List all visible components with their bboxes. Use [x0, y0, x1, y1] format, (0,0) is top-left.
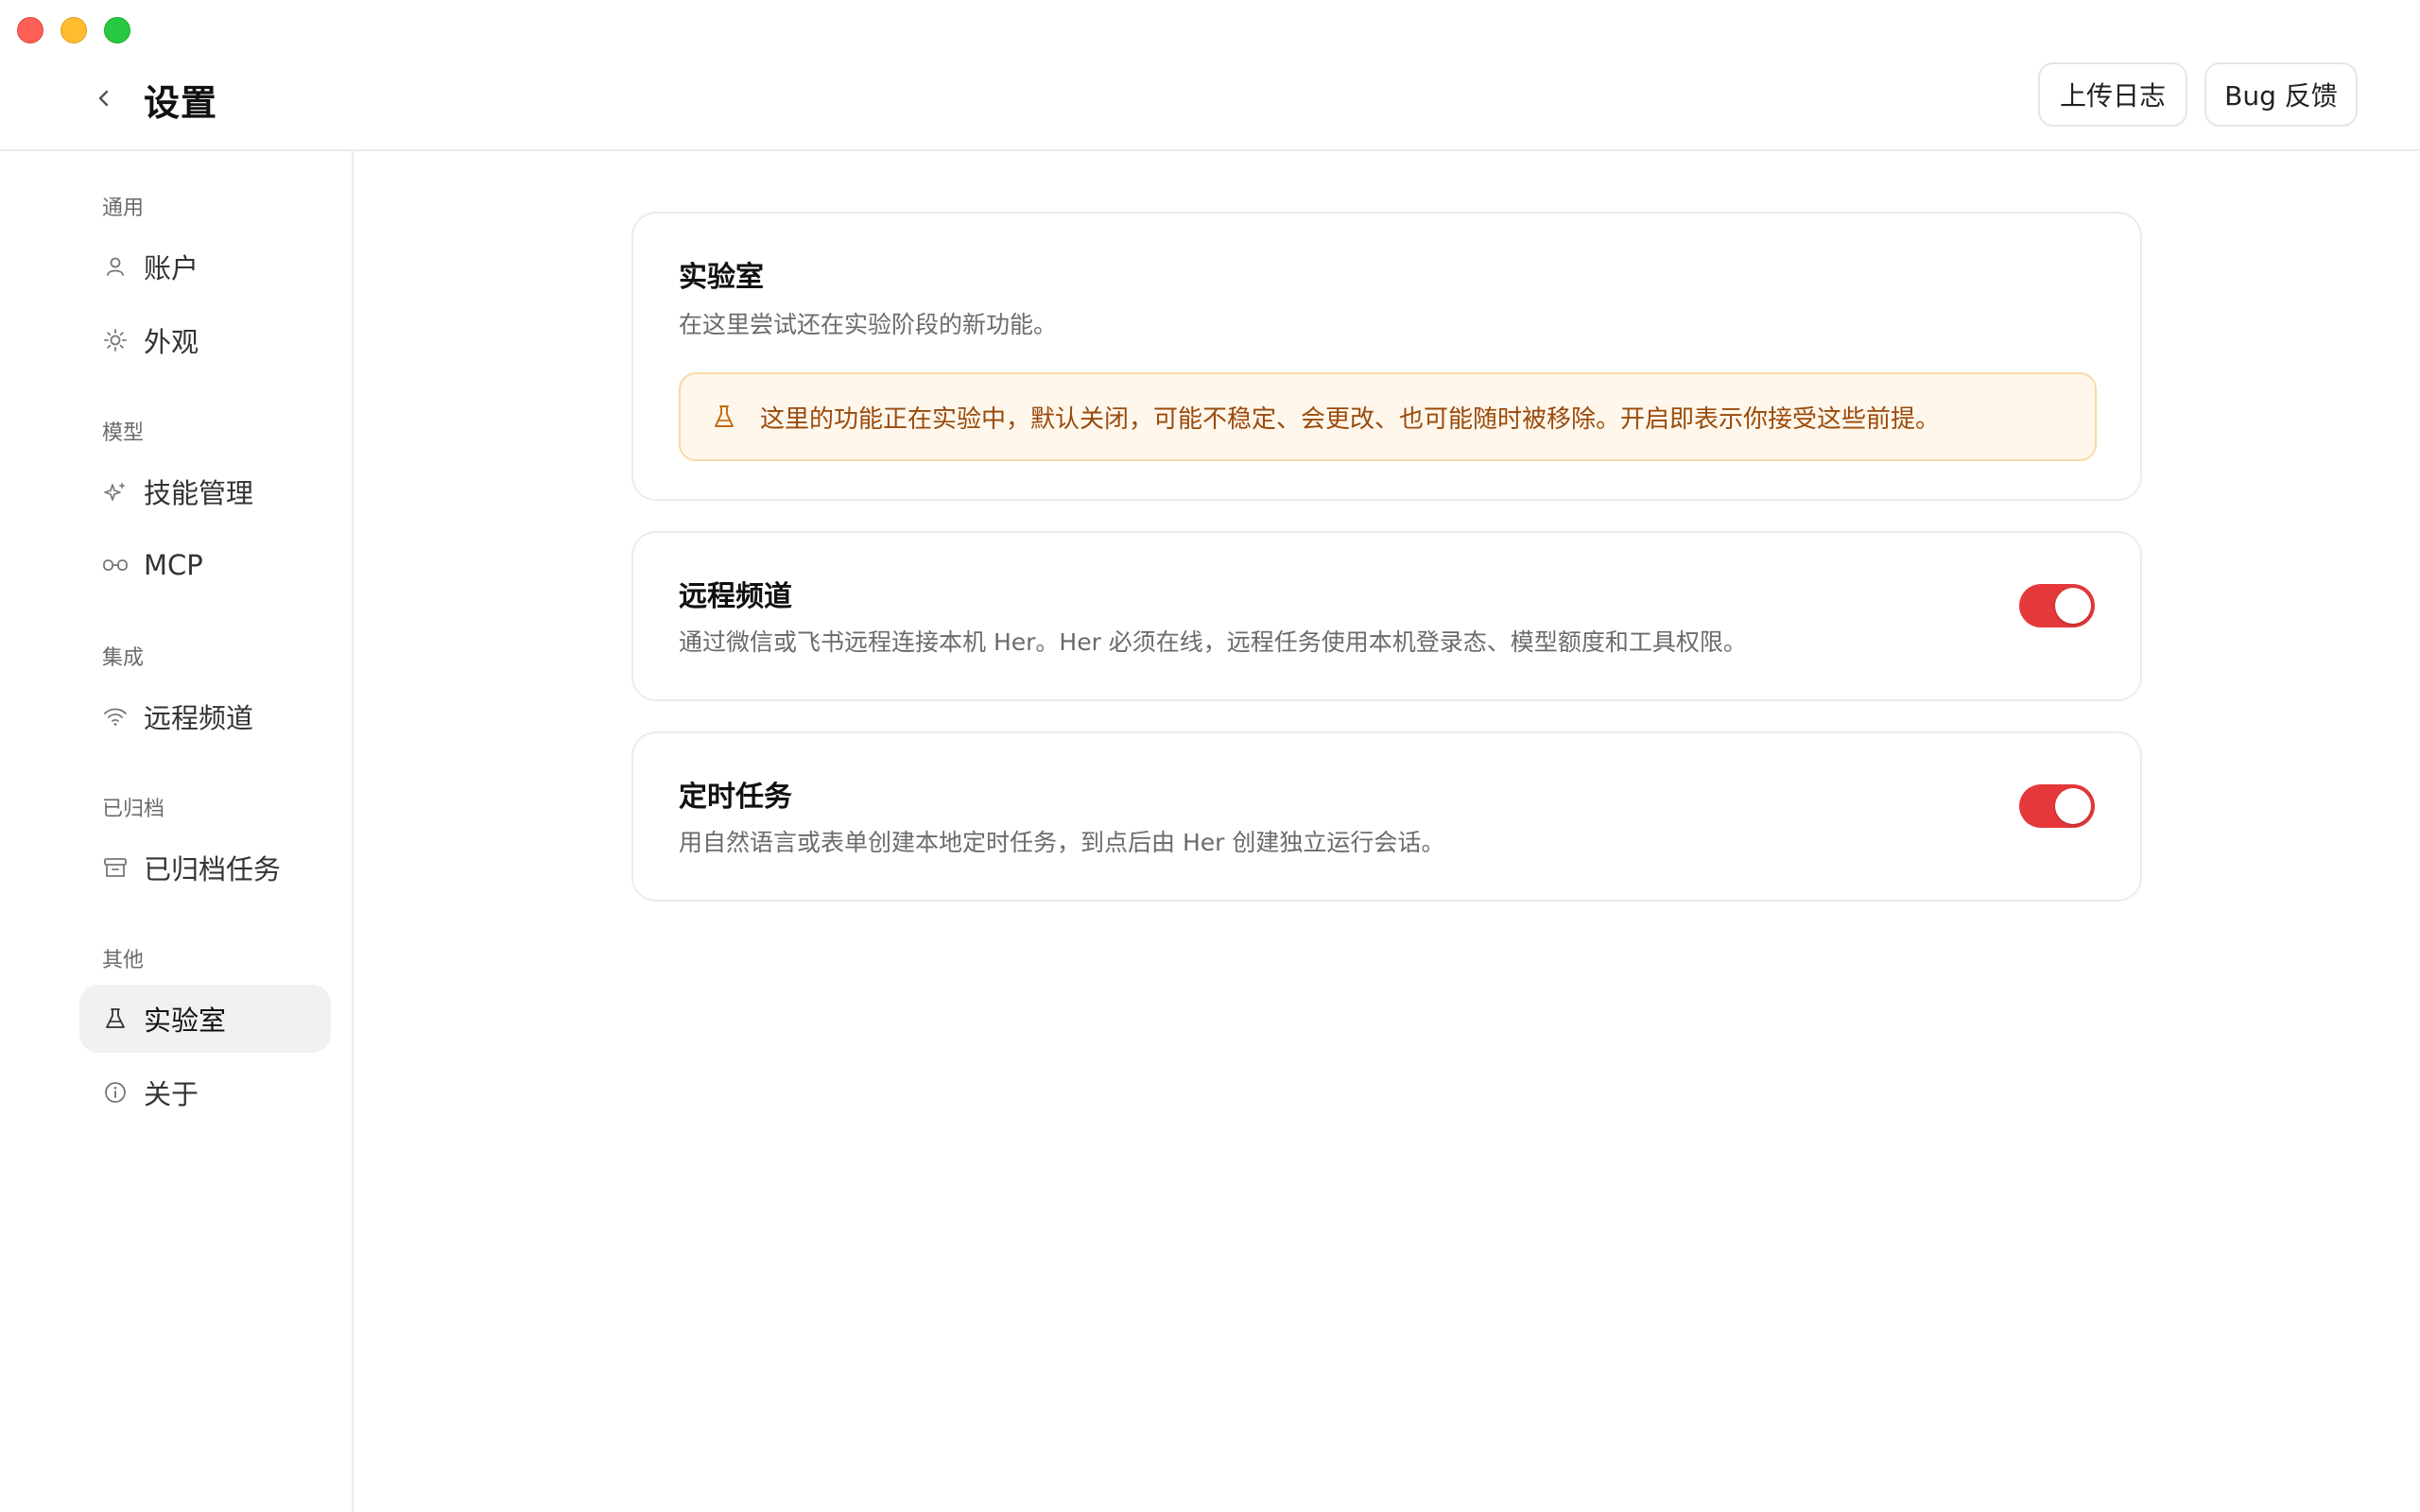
- settings-header: 设置 上传日志 Bug 反馈: [0, 0, 2420, 151]
- section-label-other: 其他: [102, 949, 145, 972]
- section-label-model: 模型: [102, 421, 145, 445]
- sidebar-item-label: 外观: [144, 326, 199, 358]
- sidebar-item-label: 远程频道: [144, 702, 254, 734]
- card-title: 定时任务: [679, 781, 792, 814]
- sidebar-item-archived-tasks[interactable]: 已归档任务: [79, 833, 331, 902]
- sparkle-icon: [100, 476, 130, 507]
- lab-intro-card: 实验室 在这里尝试还在实验阶段的新功能。 这里的功能正在实验中，默认关闭，可能不…: [631, 212, 2142, 501]
- card-title: 实验室: [679, 261, 764, 294]
- remote-channel-toggle[interactable]: [2019, 584, 2095, 627]
- plug-icon: [100, 550, 130, 580]
- flask-icon: [709, 402, 739, 432]
- card-title: 远程频道: [679, 580, 792, 613]
- warning-text: 这里的功能正在实验中，默认关闭，可能不稳定、会更改、也可能随时被移除。开启即表示…: [760, 404, 1941, 434]
- sidebar-item-label: 实验室: [144, 1005, 227, 1037]
- settings-sidebar: 通用 账户 外观 模型 技能管理 MCP 集成 远程频道 已归档 已归档任务 其…: [0, 151, 354, 1512]
- scheduled-tasks-card: 定时任务 用自然语言或表单创建本地定时任务，到点后由 Her 创建独立运行会话。: [631, 731, 2142, 902]
- scheduled-tasks-toggle[interactable]: [2019, 784, 2095, 828]
- toggle-knob: [2055, 788, 2091, 824]
- card-description: 通过微信或飞书远程连接本机 Her。Her 必须在线，远程任务使用本机登录态、模…: [679, 628, 1747, 656]
- section-label-integration: 集成: [102, 646, 145, 670]
- back-button[interactable]: [87, 81, 121, 115]
- sidebar-item-mcp[interactable]: MCP: [79, 531, 331, 599]
- upload-logs-button[interactable]: 上传日志: [2038, 62, 2187, 127]
- flask-icon: [100, 1004, 130, 1034]
- experimental-warning: 这里的功能正在实验中，默认关闭，可能不稳定、会更改、也可能随时被移除。开启即表示…: [679, 372, 2097, 461]
- page-title: 设置: [144, 82, 218, 124]
- sidebar-item-label: 账户: [144, 252, 199, 284]
- chevron-left-icon: [98, 90, 109, 107]
- card-description: 用自然语言或表单创建本地定时任务，到点后由 Her 创建独立运行会话。: [679, 829, 1445, 856]
- sidebar-item-label: MCP: [144, 549, 203, 581]
- sidebar-item-account[interactable]: 账户: [79, 232, 331, 301]
- sidebar-item-remote-channel[interactable]: 远程频道: [79, 682, 331, 750]
- sidebar-item-appearance[interactable]: 外观: [79, 306, 331, 374]
- sidebar-item-label: 技能管理: [144, 477, 254, 509]
- settings-window: 设置 上传日志 Bug 反馈 通用 账户 外观 模型 技能管理 MCP 集成 远…: [0, 0, 2420, 1512]
- toggle-knob: [2055, 588, 2091, 624]
- user-icon: [100, 251, 130, 282]
- section-label-archived: 已归档: [102, 798, 165, 821]
- remote-channel-card: 远程频道 通过微信或飞书远程连接本机 Her。Her 必须在线，远程任务使用本机…: [631, 531, 2142, 701]
- sidebar-item-skills[interactable]: 技能管理: [79, 457, 331, 525]
- sidebar-item-label: 关于: [144, 1078, 199, 1110]
- sidebar-item-label: 已归档任务: [144, 853, 282, 885]
- card-description: 在这里尝试还在实验阶段的新功能。: [679, 311, 1058, 338]
- wifi-icon: [100, 701, 130, 731]
- info-icon: [100, 1077, 130, 1108]
- sun-icon: [100, 325, 130, 355]
- section-label-general: 通用: [102, 197, 145, 220]
- bug-feedback-button[interactable]: Bug 反馈: [2204, 62, 2358, 127]
- sidebar-item-lab[interactable]: 实验室: [79, 985, 331, 1053]
- sidebar-item-about[interactable]: 关于: [79, 1058, 331, 1126]
- archive-icon: [100, 852, 130, 883]
